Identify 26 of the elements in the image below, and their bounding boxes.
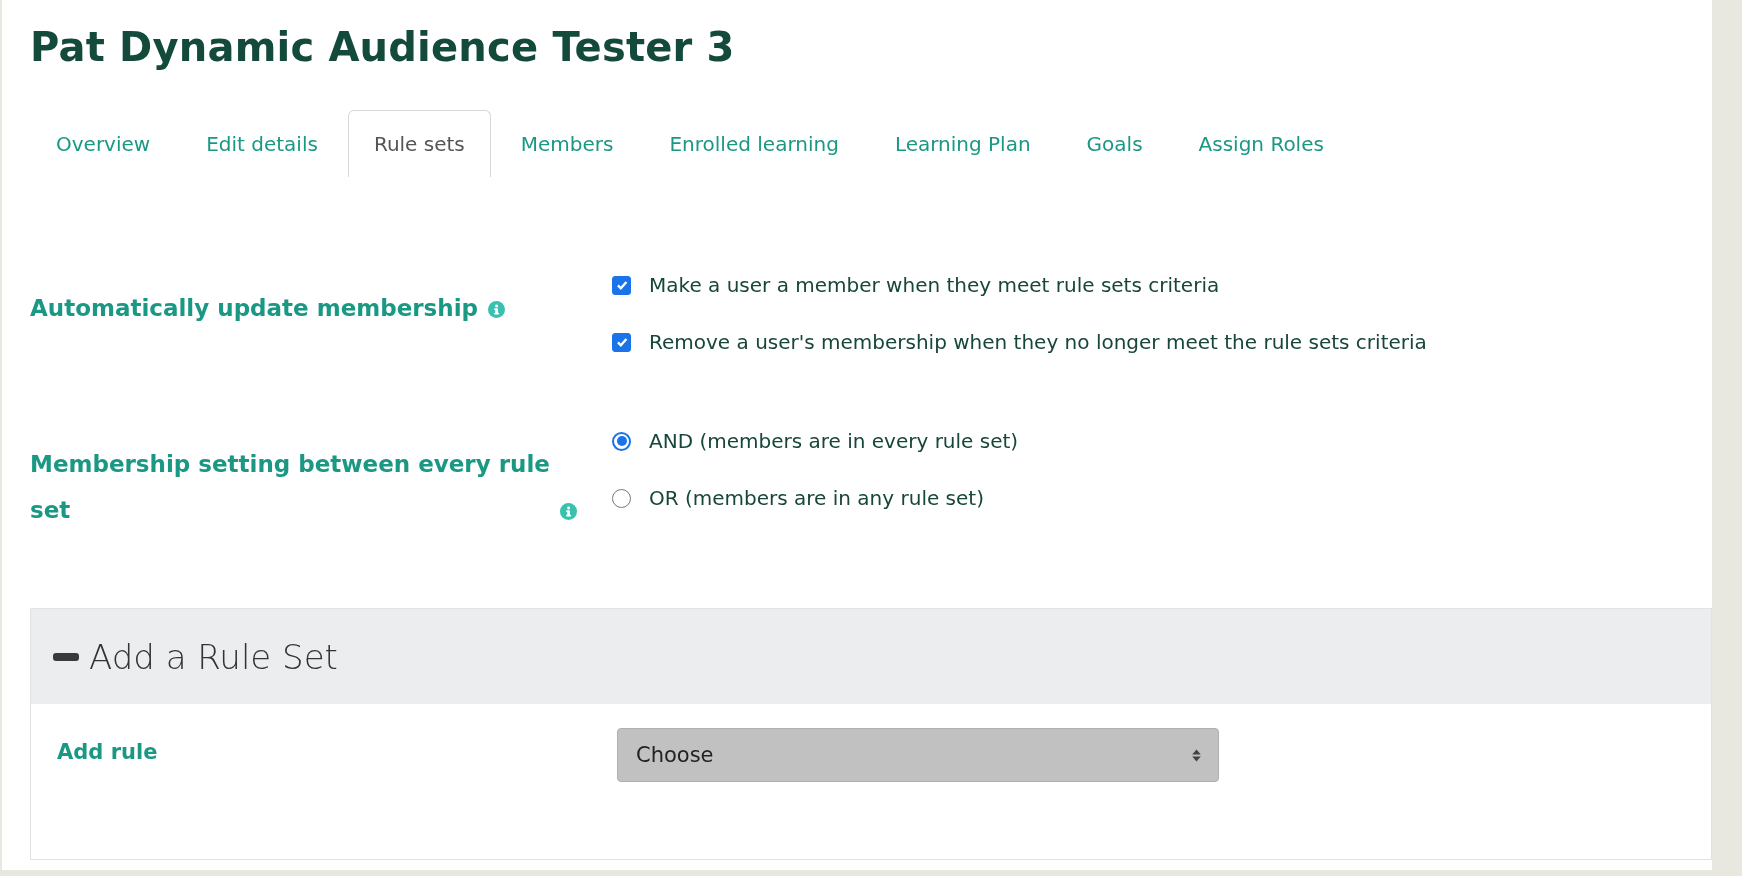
updown-caret-icon: [1191, 747, 1202, 763]
collapse-toggle[interactable]: [53, 652, 79, 661]
tab[interactable]: Goals: [1060, 110, 1169, 177]
option-label: OR (members are in any rule set): [649, 486, 984, 510]
option-label: AND (members are in every rule set): [649, 429, 1019, 453]
option-label: Remove a user's membership when they no longer meet the rule sets criteria: [649, 330, 1427, 354]
page-title: Pat Dynamic Audience Tester 3: [30, 24, 736, 70]
option-label: Make a user a member when they meet rule sets criteria: [649, 273, 1220, 297]
checkbox[interactable]: [612, 332, 631, 352]
check-icon: [614, 278, 629, 292]
panel-title: Add a Rule Set: [89, 636, 338, 677]
tab[interactable]: Members: [494, 110, 640, 177]
tab[interactable]: Learning Plan: [868, 110, 1057, 177]
rule-select[interactable]: Choose: [617, 728, 1219, 782]
setting-label: Automatically update membership: [30, 294, 479, 323]
check-icon: [614, 335, 629, 349]
radio-button[interactable]: [612, 431, 631, 451]
checkbox[interactable]: [612, 275, 631, 295]
tab[interactable]: Enrolled learning: [643, 110, 865, 177]
tab[interactable]: Assign Roles: [1172, 110, 1350, 177]
field-label: Add rule: [57, 739, 159, 766]
tab[interactable]: Rule sets: [347, 110, 491, 177]
minus-icon: [53, 652, 79, 661]
tab[interactable]: Overview: [30, 110, 177, 177]
tab[interactable]: Edit details: [180, 110, 344, 177]
setting-label: Membership setting between every rule set: [30, 450, 550, 525]
